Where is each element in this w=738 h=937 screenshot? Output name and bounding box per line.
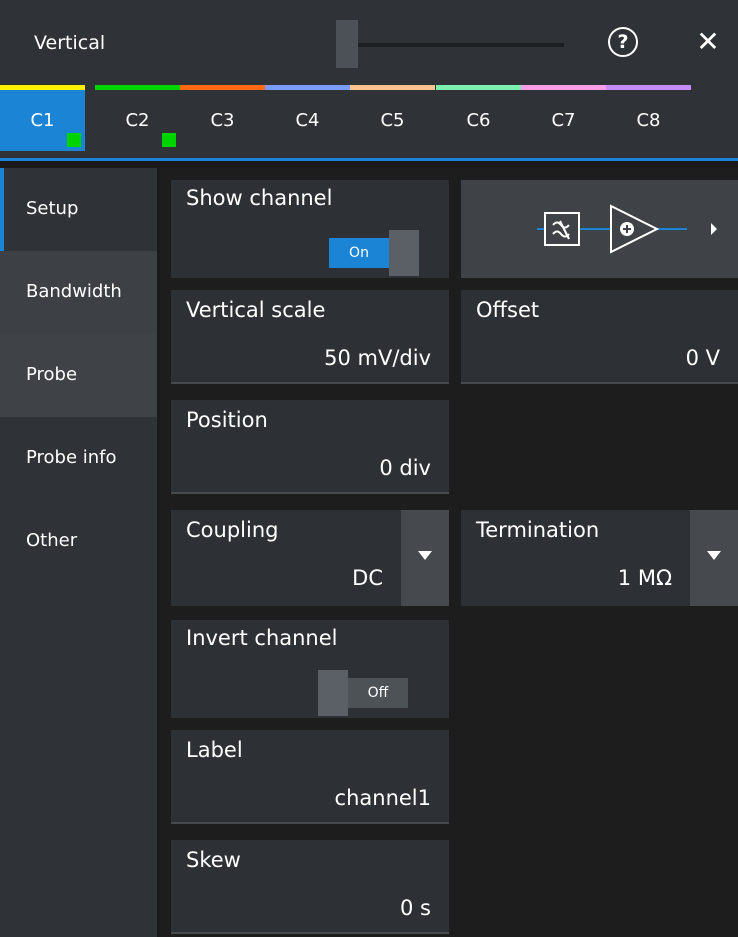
skew-label: Skew <box>186 848 241 872</box>
sidebar-item-label: Bandwidth <box>26 281 122 302</box>
tab-label: C3 <box>210 110 235 131</box>
termination-value: 1 MΩ <box>617 566 672 590</box>
sidebar-item-bandwidth[interactable]: Bandwidth <box>0 251 157 334</box>
label-label: Label <box>186 738 243 762</box>
chevron-down-icon <box>418 551 432 560</box>
sidebar-item-setup[interactable]: Setup <box>0 168 157 251</box>
tab-label: C7 <box>551 110 576 131</box>
tab-label: C8 <box>636 110 661 131</box>
show-channel-label: Show channel <box>186 186 333 210</box>
tab-label: C6 <box>466 110 491 131</box>
chevron-down-icon <box>707 551 721 560</box>
tab-c7[interactable]: C7 <box>521 85 606 151</box>
sidebar: Setup Bandwidth Probe Probe info Other <box>0 168 157 937</box>
vertical-scale-label: Vertical scale <box>186 298 326 322</box>
transparency-slider-thumb[interactable] <box>336 20 358 68</box>
signal-path-diagram[interactable] <box>461 180 738 278</box>
termination-dropdown-button[interactable] <box>690 510 738 606</box>
position-label: Position <box>186 408 268 432</box>
tab-color-bar <box>180 85 265 90</box>
toggle-on-label: On <box>329 238 389 268</box>
tab-color-bar <box>0 85 85 90</box>
tab-c3[interactable]: C3 <box>180 85 265 151</box>
sidebar-item-probe-info[interactable]: Probe info <box>0 417 157 500</box>
dialog-title: Vertical <box>34 32 106 54</box>
show-channel-toggle[interactable]: On <box>329 230 421 276</box>
toggle-off-label: Off <box>348 678 408 708</box>
tab-color-bar <box>265 85 350 90</box>
tab-c5[interactable]: C5 <box>350 85 435 151</box>
tab-color-bar <box>436 85 521 90</box>
coupling-value: DC <box>352 566 383 590</box>
label-field[interactable]: Label channel1 <box>171 730 449 824</box>
tab-label: C2 <box>125 110 150 131</box>
show-channel-card: Show channel On <box>171 180 449 278</box>
tab-color-bar <box>95 85 180 90</box>
tab-color-bar <box>350 85 435 90</box>
channel-on-indicator <box>162 133 176 147</box>
tab-label: C4 <box>295 110 320 131</box>
offset-label: Offset <box>476 298 540 322</box>
vertical-scale-field[interactable]: Vertical scale 50 mV/div <box>171 290 449 384</box>
coupling-dropdown-button[interactable] <box>401 510 449 606</box>
coupling-dropdown[interactable]: Coupling DC <box>171 510 449 606</box>
skew-value: 0 s <box>400 896 431 920</box>
close-icon[interactable]: ✕ <box>692 26 724 58</box>
label-value: channel1 <box>334 786 431 810</box>
sidebar-item-other[interactable]: Other <box>0 500 157 583</box>
skew-field[interactable]: Skew 0 s <box>171 840 449 934</box>
offset-field[interactable]: Offset 0 V <box>461 290 738 384</box>
coupling-label: Coupling <box>186 518 279 542</box>
tab-c2[interactable]: C2 <box>95 85 180 151</box>
tab-label: C1 <box>30 110 55 131</box>
tab-c4[interactable]: C4 <box>265 85 350 151</box>
dialog-header: Vertical ? ✕ <box>0 0 738 85</box>
content-panel: Show channel On Vertical scale 50 mV/div… <box>160 168 738 937</box>
tab-label: C5 <box>380 110 405 131</box>
vertical-scale-value: 50 mV/div <box>324 346 431 370</box>
tab-c6[interactable]: C6 <box>436 85 521 151</box>
toggle-knob <box>318 670 348 716</box>
channel-on-indicator <box>67 133 81 147</box>
sidebar-item-probe[interactable]: Probe <box>0 334 157 417</box>
sidebar-item-label: Probe <box>26 364 78 385</box>
invert-channel-card: Invert channel Off <box>171 620 449 718</box>
signal-path-icon <box>537 204 717 254</box>
invert-channel-toggle[interactable]: Off <box>318 670 410 716</box>
termination-label: Termination <box>476 518 600 542</box>
transparency-slider-track[interactable] <box>336 43 564 47</box>
tab-color-bar <box>606 85 691 90</box>
channel-tabs: C1 C2 C3 C4 C5 C6 C7 C8 <box>0 85 738 161</box>
invert-channel-label: Invert channel <box>186 626 338 650</box>
sidebar-item-label: Other <box>26 530 78 551</box>
offset-value: 0 V <box>685 346 720 370</box>
tab-underline <box>0 158 738 161</box>
sidebar-item-label: Setup <box>26 198 79 219</box>
tab-color-bar <box>521 85 606 90</box>
tab-c8[interactable]: C8 <box>606 85 691 151</box>
tab-c1[interactable]: C1 <box>0 85 85 151</box>
termination-dropdown[interactable]: Termination 1 MΩ <box>461 510 738 606</box>
toggle-knob <box>389 230 419 276</box>
position-field[interactable]: Position 0 div <box>171 400 449 494</box>
sidebar-item-label: Probe info <box>26 447 117 468</box>
position-value: 0 div <box>379 456 431 480</box>
help-icon[interactable]: ? <box>608 27 638 57</box>
